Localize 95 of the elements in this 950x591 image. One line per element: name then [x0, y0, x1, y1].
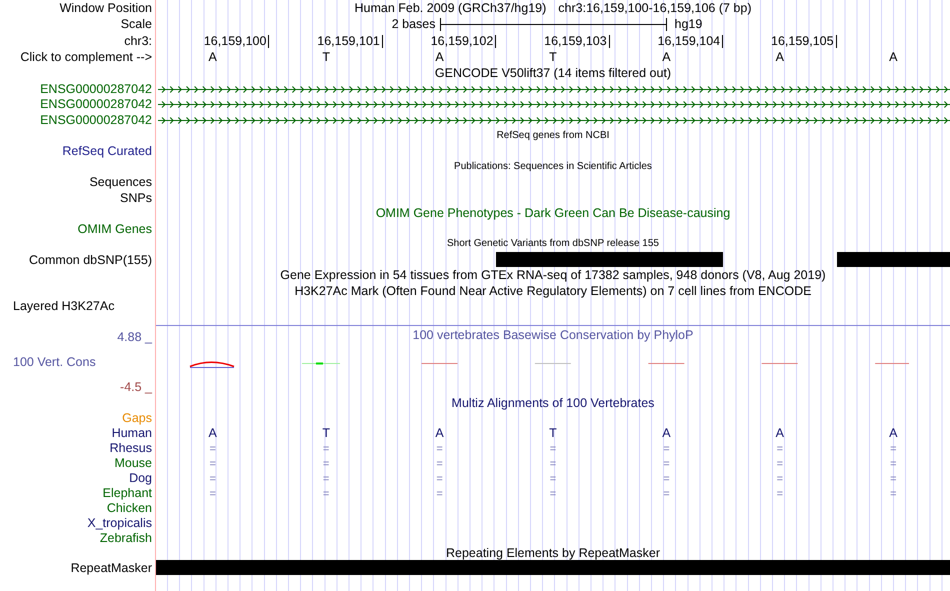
match-mark: =: [322, 488, 330, 500]
match-mark: =: [776, 472, 784, 485]
match-mark: =: [322, 442, 330, 455]
assembly-name: Human Feb. 2009 (GRCh37/hg19): [354, 2, 546, 14]
match-mark: =: [436, 472, 443, 485]
row-label: Window Position: [60, 2, 152, 14]
gene-label[interactable]: ENSG00000287042: [40, 114, 152, 126]
match-mark: =: [776, 442, 784, 455]
base-letter[interactable]: A: [776, 50, 784, 64]
track-title: 100 vertebrates Basewise Conservation by PhyloP: [412, 329, 694, 342]
base-letter: A: [662, 426, 671, 440]
scale-span-label: 2 bases: [392, 18, 436, 31]
match-mark: =: [550, 488, 556, 500]
match-mark: =: [322, 472, 330, 485]
base-letter: A: [776, 426, 784, 440]
track-label: Rhesus: [110, 442, 152, 455]
track-label: RepeatMasker: [70, 562, 152, 574]
track-label: X_tropicalis: [87, 516, 152, 530]
match-mark: =: [436, 488, 443, 500]
match-mark: =: [663, 458, 670, 470]
track-label: Layered H3K27Ac: [13, 300, 114, 313]
base-letter[interactable]: A: [889, 50, 898, 64]
match-mark: =: [776, 488, 784, 500]
base-letter[interactable]: T: [322, 50, 330, 64]
gene-strand-arrows[interactable]: [156, 100, 950, 110]
gene-strand-arrows[interactable]: [156, 116, 950, 125]
track-label: Sequences: [89, 176, 152, 188]
track-label: Mouse: [114, 456, 152, 470]
base-letter: A: [208, 426, 217, 440]
track-label: Elephant: [102, 486, 152, 500]
base-letter[interactable]: A: [208, 50, 217, 64]
feature-bar[interactable]: [836, 252, 950, 268]
match-mark: =: [436, 458, 443, 470]
base-letter: A: [435, 426, 444, 440]
track-label: Chicken: [106, 502, 152, 514]
scale-assembly-label: hg19: [674, 18, 702, 31]
match-mark: =: [890, 472, 896, 485]
track-title: Repeating Elements by RepeatMasker: [446, 546, 660, 560]
gene-strand-arrows[interactable]: [156, 84, 950, 94]
feature-bar[interactable]: [610, 252, 724, 268]
track-label: Zebrafish: [100, 532, 152, 544]
match-mark: =: [663, 472, 670, 485]
ruler-tick-label: 16,159,100: [204, 34, 270, 48]
track-label: Common dbSNP(155): [29, 254, 152, 266]
match-mark: =: [550, 472, 556, 485]
base-letter[interactable]: A: [435, 50, 444, 64]
base-letter: A: [889, 426, 898, 440]
match-mark: =: [890, 488, 896, 500]
ruler-tick-label: 16,159,105: [771, 34, 837, 48]
match-mark: =: [550, 442, 556, 455]
gene-label[interactable]: ENSG00000287042: [40, 98, 152, 111]
base-letter[interactable]: A: [662, 50, 671, 64]
track-caption: Short Genetic Variants from dbSNP release 155: [447, 239, 659, 250]
track-label: SNPs: [120, 192, 152, 204]
match-mark: =: [209, 472, 216, 485]
base-letter: T: [322, 426, 330, 440]
track-caption: RefSeq genes from NCBI: [496, 130, 610, 141]
row-label: chr3:: [124, 34, 152, 48]
track-title: Gene Expression in 54 tissues from GTEx RNA-seq of 17382 samples, 948 donors (V8, Aug 2019): [280, 269, 826, 282]
match-mark: =: [776, 458, 784, 470]
track-label: 100 Vert. Cons: [12, 355, 97, 371]
track-title: OMIM Gene Phenotypes - Dark Green Can Be Disease-causing: [376, 207, 730, 220]
base-letter[interactable]: T: [549, 50, 557, 64]
match-mark: =: [550, 458, 556, 470]
base-letter: T: [549, 426, 557, 440]
axis-min-label: -4.5 _: [119, 380, 154, 396]
match-mark: =: [209, 442, 216, 455]
track-label: OMIM Genes: [78, 222, 152, 236]
match-mark: =: [890, 442, 896, 455]
track-label: RefSeq Curated: [62, 144, 152, 158]
track-label: Human: [112, 427, 152, 440]
ruler-tick-label: 16,159,103: [544, 34, 610, 48]
genome-position: chr3:16,159,100-16,159,106 (7 bp): [558, 2, 752, 14]
match-mark: =: [322, 458, 330, 470]
feature-bar[interactable]: [496, 252, 610, 268]
feature-bar[interactable]: [156, 560, 950, 576]
gene-label[interactable]: ENSG00000287042: [40, 82, 152, 96]
track-label: Gaps: [122, 412, 152, 425]
track-title: Multiz Alignments of 100 Vertebrates: [452, 397, 654, 410]
track-label: Dog: [129, 472, 152, 484]
match-mark: =: [663, 442, 670, 455]
track-title: GENCODE V50lift37 (14 items filtered out): [434, 67, 672, 80]
match-mark: =: [436, 442, 443, 455]
match-mark: =: [209, 458, 216, 470]
row-label: Scale: [120, 18, 152, 31]
match-mark: =: [663, 488, 670, 500]
axis-max-label: 4.88 _: [116, 330, 154, 346]
ruler-tick-label: 16,159,102: [430, 34, 496, 48]
track-title: H3K27Ac Mark (Often Found Near Active Regulatory Elements) on 7 cell lines from ENCODE: [294, 284, 812, 298]
track-caption: Publications: Sequences in Scientific Articles: [454, 162, 652, 172]
match-mark: =: [890, 458, 896, 470]
match-mark: =: [209, 488, 216, 500]
ruler-tick-label: 16,159,104: [658, 34, 724, 48]
ruler-tick-label: 16,159,101: [317, 34, 383, 48]
complement-link[interactable]: Click to complement -->: [20, 51, 152, 64]
